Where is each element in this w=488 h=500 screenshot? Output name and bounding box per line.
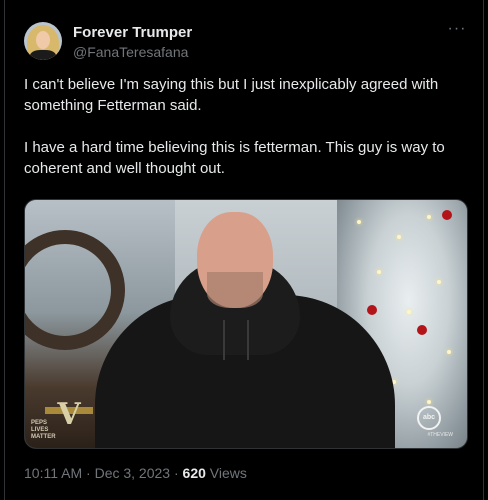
- author-names: Forever Trumper @FanaTeresafana: [73, 24, 192, 61]
- tweet-paragraph: I can't believe I'm saying this but I ju…: [24, 76, 439, 114]
- more-horizontal-icon[interactable]: ···: [447, 21, 467, 40]
- separator: ·: [86, 465, 91, 481]
- tweet-time[interactable]: 10:11 AM: [24, 465, 82, 481]
- author-display-name[interactable]: Forever Trumper: [73, 24, 192, 42]
- tweet-media-image[interactable]: V PEPS LIVES MATTER abc #THEVIEW: [24, 199, 468, 449]
- avatar[interactable]: [24, 22, 62, 60]
- tweet-text: I can't believe I'm saying this but I ju…: [24, 74, 464, 200]
- author-handle[interactable]: @FanaTeresafana: [73, 43, 192, 61]
- network-logo: abc: [417, 406, 441, 430]
- hashtag-overlay: #THEVIEW: [427, 432, 453, 438]
- tweet-card[interactable]: Forever Trumper @FanaTeresafana ··· I ca…: [4, 0, 484, 500]
- overlay-caption: PEPS LIVES MATTER: [31, 420, 56, 440]
- separator: ·: [173, 465, 179, 481]
- tweet-paragraph: I have a hard time believing this is fet…: [24, 139, 445, 177]
- views-count: 620: [182, 465, 206, 481]
- tweet-date[interactable]: Dec 3, 2023: [95, 465, 171, 481]
- tweet-meta: 10:11 AM · Dec 3, 2023 · 620 Views: [24, 464, 247, 482]
- views-label: Views: [209, 465, 247, 481]
- tweet-header: Forever Trumper @FanaTeresafana ···: [24, 21, 467, 62]
